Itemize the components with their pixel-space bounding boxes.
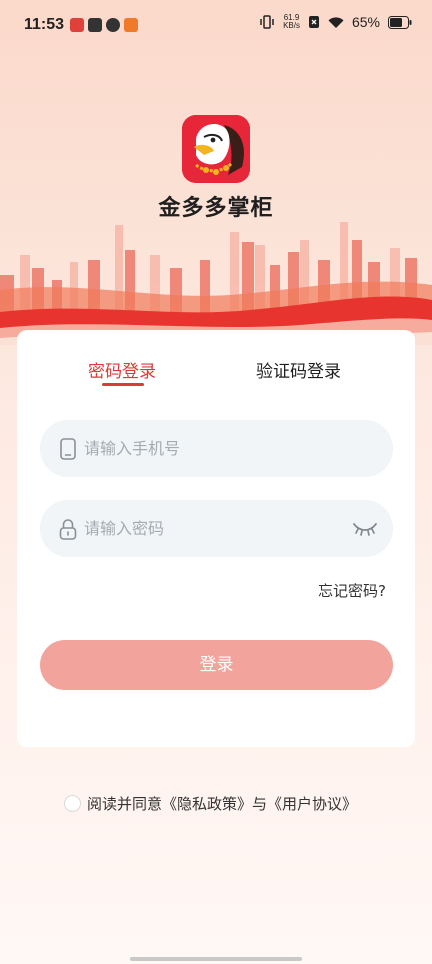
tab-code-login[interactable]: 验证码登录 bbox=[256, 357, 341, 382]
forgot-password-link[interactable]: 忘记密码? bbox=[318, 580, 386, 601]
tab-password-login[interactable]: 密码登录 bbox=[88, 357, 156, 382]
status-bar: 11:53 61.9 KB/s 65% bbox=[0, 0, 432, 50]
app-name: 金多多掌柜 bbox=[158, 196, 274, 221]
agreement-connector: 与 bbox=[252, 795, 268, 813]
password-field[interactable] bbox=[40, 500, 393, 557]
vibrate-icon bbox=[260, 15, 274, 29]
agreement-prefix: 阅读并同意 bbox=[87, 795, 163, 813]
notification-app-icon bbox=[124, 18, 138, 32]
privacy-policy-link[interactable]: 《隐私政策》 bbox=[162, 793, 252, 814]
network-speed-unit: KB/s bbox=[283, 21, 300, 30]
notification-app-icon bbox=[70, 18, 84, 32]
sim-disabled-icon bbox=[308, 16, 319, 28]
active-tab-indicator bbox=[102, 383, 144, 386]
lock-icon bbox=[59, 519, 77, 540]
notification-app-icon bbox=[106, 18, 120, 32]
status-time: 11:53 bbox=[24, 16, 65, 33]
city-skyline-illustration bbox=[0, 222, 432, 345]
notification-app-icon bbox=[88, 18, 102, 32]
status-right: 61.9 KB/s 65% bbox=[259, 14, 412, 30]
home-indicator[interactable] bbox=[130, 957, 302, 961]
app-logo bbox=[182, 115, 250, 183]
phone-icon bbox=[60, 438, 76, 460]
wifi-icon bbox=[328, 16, 344, 28]
notification-icons bbox=[70, 18, 138, 32]
eye-closed-icon[interactable] bbox=[352, 520, 378, 536]
battery-percent: 65% bbox=[351, 14, 380, 30]
eagle-logo-icon bbox=[182, 115, 250, 183]
password-input[interactable] bbox=[84, 500, 344, 557]
phone-field[interactable] bbox=[40, 420, 393, 477]
login-button[interactable]: 登录 bbox=[40, 640, 393, 690]
user-agreement-link[interactable]: 《用户协议》 bbox=[267, 793, 357, 814]
network-speed: 61.9 KB/s bbox=[283, 14, 300, 30]
agreement-row: 阅读并同意 《隐私政策》 与 《用户协议》 bbox=[64, 793, 357, 814]
battery-icon bbox=[388, 15, 412, 29]
agreement-checkbox[interactable] bbox=[64, 795, 81, 812]
phone-input[interactable] bbox=[84, 420, 344, 477]
